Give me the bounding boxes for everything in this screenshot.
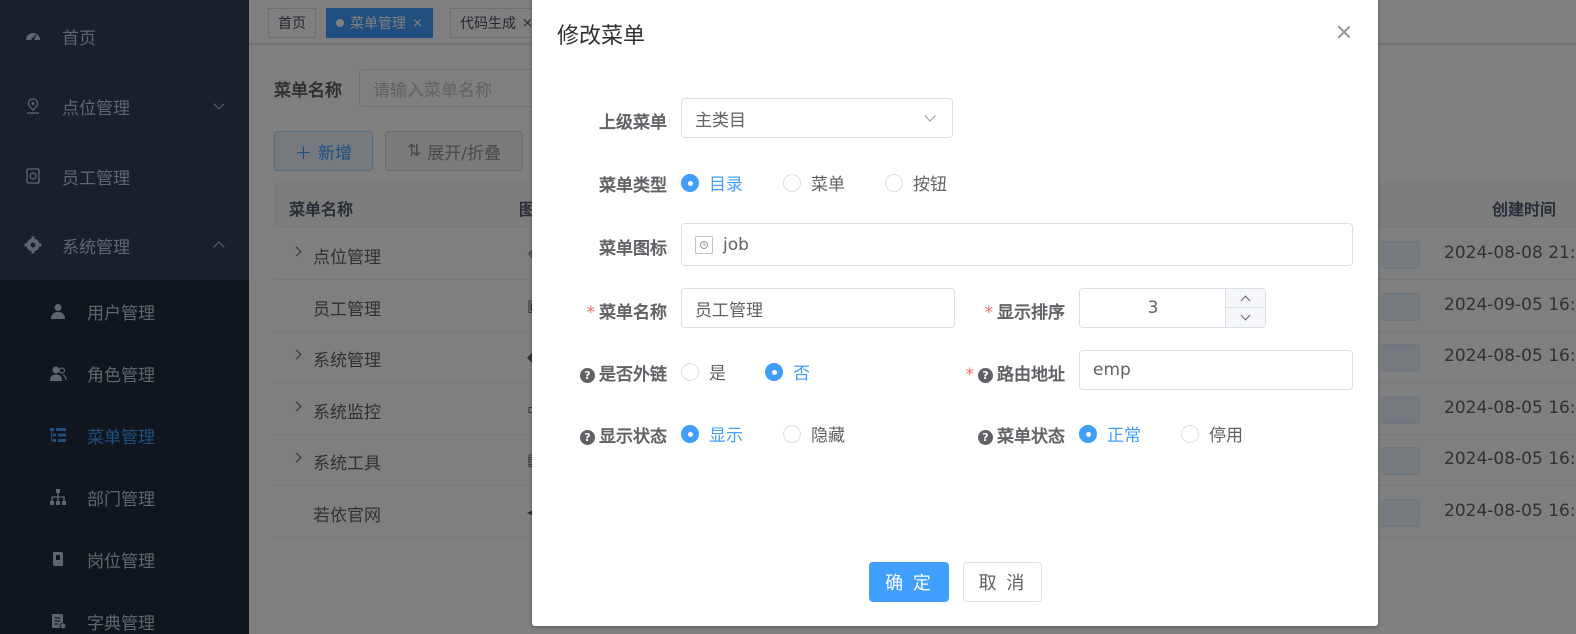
label-text: 菜单状态	[997, 427, 1065, 447]
radio-circle	[783, 424, 801, 443]
radio-label: 停用	[1209, 426, 1243, 446]
cancel-button[interactable]: 取 消	[963, 562, 1042, 602]
route-path-input[interactable]: emp	[1079, 350, 1353, 390]
radio-circle	[885, 173, 903, 192]
radio-circle	[1079, 424, 1097, 443]
menu-name-label: * 菜单名称	[587, 298, 668, 323]
radio-label: 目录	[709, 175, 743, 195]
radio-label: 正常	[1107, 426, 1141, 446]
question-circle-icon[interactable]: ?	[580, 430, 595, 445]
menu-type-label: 菜单类型	[599, 171, 667, 196]
menu-icon-input[interactable]: job	[681, 223, 1353, 266]
radio-label: 按钮	[913, 175, 947, 195]
label-text: 菜单名称	[599, 303, 667, 323]
confirm-button[interactable]: 确 定	[869, 562, 949, 602]
menu-name-input[interactable]: 员工管理	[681, 288, 955, 328]
required-asterisk: *	[586, 303, 596, 323]
radio-label: 否	[793, 364, 810, 384]
question-circle-icon[interactable]: ?	[978, 430, 993, 445]
sort-order-input[interactable]: 3	[1079, 288, 1266, 328]
radio-label: 隐藏	[811, 426, 845, 446]
label-text: 显示状态	[599, 427, 667, 447]
radio-circle	[765, 362, 783, 381]
select-value: 主类目	[695, 110, 746, 131]
radio-type-directory[interactable]: 目录	[681, 170, 743, 195]
radio-type-menu[interactable]: 菜单	[783, 170, 845, 195]
label-text: 路由地址	[997, 365, 1065, 385]
job-icon	[695, 235, 713, 254]
radio-external-no[interactable]: 否	[765, 359, 810, 384]
radio-circle	[783, 173, 801, 192]
question-circle-icon[interactable]: ?	[580, 368, 595, 383]
radio-status-disabled[interactable]: 停用	[1181, 421, 1243, 446]
label-text: 菜单图标	[599, 239, 667, 259]
parent-menu-select[interactable]: 主类目	[681, 98, 953, 138]
chevron-up-icon	[1240, 295, 1251, 305]
label-text: 菜单类型	[599, 176, 667, 196]
radio-label: 显示	[709, 426, 743, 446]
edit-menu-dialog: 修改菜单 上级菜单 主类目 菜单类型 目录 菜单 按钮 菜单图标 job * 菜单…	[532, 0, 1378, 626]
radio-external-yes[interactable]: 是	[681, 359, 726, 384]
chevron-down-icon	[924, 110, 936, 122]
visible-status-label: ? 显示状态	[580, 422, 667, 447]
question-circle-icon[interactable]: ?	[978, 368, 993, 383]
radio-visible-hide[interactable]: 隐藏	[783, 421, 845, 446]
icon-value: job	[723, 234, 749, 255]
route-path-label: *? 路由地址	[966, 360, 1066, 385]
radio-type-button[interactable]: 按钮	[885, 170, 947, 195]
radio-label: 菜单	[811, 175, 845, 195]
external-link-label: ? 是否外链	[580, 360, 667, 385]
label-text: 显示排序	[997, 303, 1065, 323]
radio-label: 是	[709, 364, 726, 384]
radio-circle	[681, 424, 699, 443]
input-value: 员工管理	[695, 300, 763, 321]
label-text: 上级菜单	[599, 113, 667, 133]
radio-circle	[681, 362, 699, 381]
radio-circle	[1181, 424, 1199, 443]
required-asterisk: *	[965, 365, 975, 385]
sort-order-label: * 显示排序	[985, 298, 1066, 323]
label-text: 是否外链	[599, 365, 667, 385]
menu-icon-label: 菜单图标	[599, 234, 667, 259]
radio-circle	[681, 173, 699, 192]
menu-status-label: ? 菜单状态	[978, 422, 1065, 447]
required-asterisk: *	[984, 303, 994, 323]
radio-status-normal[interactable]: 正常	[1079, 421, 1141, 446]
increase-button[interactable]	[1225, 289, 1265, 308]
dialog-title: 修改菜单	[557, 24, 646, 49]
number-value[interactable]: 3	[1080, 289, 1226, 327]
close-icon[interactable]	[1334, 22, 1354, 42]
parent-menu-label: 上级菜单	[599, 108, 667, 133]
chevron-down-icon	[1240, 310, 1251, 321]
radio-visible-show[interactable]: 显示	[681, 421, 743, 446]
input-value: emp	[1093, 360, 1131, 380]
decrease-button[interactable]	[1225, 308, 1265, 327]
